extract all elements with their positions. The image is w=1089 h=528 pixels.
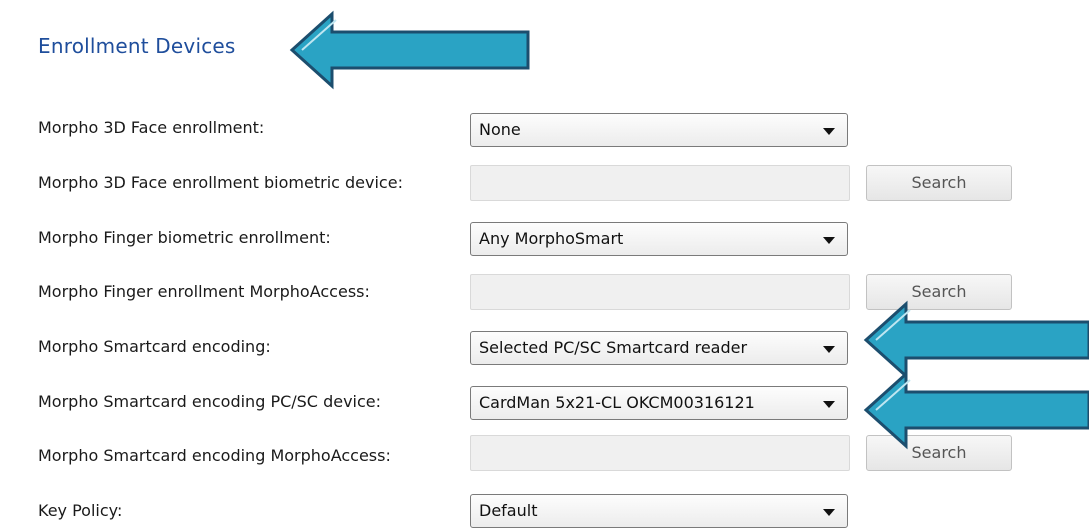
row-label-3d-face-enrollment: Morpho 3D Face enrollment:	[38, 118, 265, 137]
select-value: Default	[479, 501, 538, 520]
arrow-icon	[289, 10, 530, 90]
row-label-finger-morphoaccess: Morpho Finger enrollment MorphoAccess:	[38, 282, 370, 301]
select-smartcard-pcsc-device[interactable]: CardMan 5x21-CL OKCM00316121	[470, 386, 848, 420]
chevron-down-icon	[823, 509, 835, 516]
select-finger-biometric-enrollment[interactable]: Any MorphoSmart	[470, 222, 848, 256]
input-smartcard-morphoaccess[interactable]	[470, 435, 850, 471]
select-3d-face-enrollment[interactable]: None	[470, 113, 848, 147]
chevron-down-icon	[823, 401, 835, 408]
arrow-icon	[863, 300, 1089, 380]
row-label-smartcard-morphoaccess: Morpho Smartcard encoding MorphoAccess:	[38, 446, 391, 465]
select-key-policy[interactable]: Default	[470, 494, 848, 528]
arrow-icon	[863, 370, 1089, 450]
row-label-finger-biometric-enrollment: Morpho Finger biometric enrollment:	[38, 228, 331, 247]
section-title: Enrollment Devices	[38, 34, 236, 58]
search-button-3d-face-device[interactable]: Search	[866, 165, 1012, 201]
chevron-down-icon	[823, 128, 835, 135]
row-label-smartcard-encoding: Morpho Smartcard encoding:	[38, 337, 271, 356]
select-smartcard-encoding[interactable]: Selected PC/SC Smartcard reader	[470, 331, 848, 365]
chevron-down-icon	[823, 237, 835, 244]
select-value: Any MorphoSmart	[479, 229, 624, 248]
row-label-3d-face-biometric-device: Morpho 3D Face enrollment biometric devi…	[38, 173, 403, 192]
row-label-key-policy: Key Policy:	[38, 501, 123, 520]
select-value: Selected PC/SC Smartcard reader	[479, 338, 748, 357]
input-3d-face-biometric-device[interactable]	[470, 165, 850, 201]
select-value: CardMan 5x21-CL OKCM00316121	[479, 393, 755, 412]
row-label-smartcard-pcsc-device: Morpho Smartcard encoding PC/SC device:	[38, 392, 382, 411]
chevron-down-icon	[823, 346, 835, 353]
input-finger-morphoaccess[interactable]	[470, 274, 850, 310]
select-value: None	[479, 120, 521, 139]
